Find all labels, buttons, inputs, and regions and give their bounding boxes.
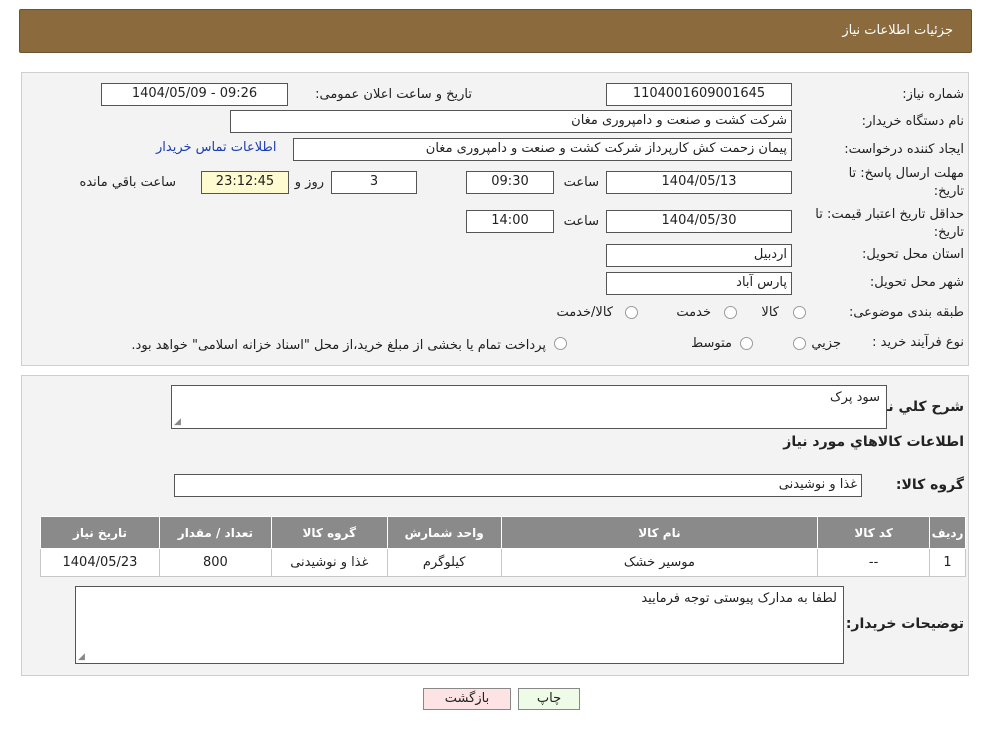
process-label: نوع فرآیند خرید : — [872, 335, 964, 350]
validity-label: حداقل تاریخ اعتبار قیمت: تا تاریخ: — [815, 207, 964, 240]
cell-unit: کیلوگرم — [386, 548, 502, 577]
goods-info-title: اطلاعات کالاهاي مورد نياز — [783, 434, 964, 450]
col-header-date: تاریخ نیاز — [40, 516, 160, 549]
col-header-code: کد کالا — [817, 516, 931, 549]
page-header: جزئیات اطلاعات نیاز — [19, 9, 972, 53]
col-header-unit: واحد شمارش — [386, 516, 502, 549]
cell-group: غذا و نوشیدنی — [270, 548, 388, 577]
buyer-org-field: شرکت کشت و صنعت و دامپروری مغان — [230, 110, 792, 133]
cell-code: -- — [817, 548, 931, 577]
creator-label: ایجاد کننده درخواست: — [844, 142, 964, 157]
col-header-name: نام کالا — [500, 516, 819, 549]
goods-group-field: غذا و نوشیدنی — [174, 474, 862, 497]
creator-field: پیمان زحمت کش کارپرداز شرکت کشت و صنعت و… — [293, 138, 792, 161]
cell-name: موسیر خشک — [500, 548, 819, 577]
deadline-time-label: ساعت — [563, 175, 599, 190]
back-button[interactable]: بازگشت — [423, 688, 511, 710]
page-title: جزئیات اطلاعات نیاز — [842, 23, 953, 38]
category-service-radio[interactable] — [724, 306, 737, 319]
col-header-group: گروه کالا — [270, 516, 388, 549]
deadline-time-field: 09:30 — [466, 171, 554, 194]
process-note-checkbox[interactable] — [554, 337, 567, 350]
category-goods-radio[interactable] — [793, 306, 806, 319]
validity-time-field: 14:00 — [466, 210, 554, 233]
goods-group-label: گروه کالا: — [895, 477, 964, 493]
process-medium-radio[interactable] — [740, 337, 753, 350]
city-label: شهر محل تحویل: — [869, 275, 964, 290]
remaining-time-field: 23:12:45 — [201, 171, 289, 194]
remaining-label: ساعت باقي مانده — [79, 175, 176, 190]
col-header-row-number: رديف — [929, 516, 966, 549]
need-info-panel: شماره نیاز: 1104001609001645 تاریخ و ساع… — [21, 72, 969, 366]
category-goods-service-radio[interactable] — [625, 306, 638, 319]
category-goods-service-label: کالا/خدمت — [556, 305, 613, 320]
need-number-label: شماره نیاز: — [902, 87, 964, 102]
category-label: طبقه بندی موضوعی: — [848, 305, 964, 320]
validity-date-field: 1404/05/30 — [606, 210, 792, 233]
buyer-notes-label: توضیحات خریدار: — [845, 616, 964, 632]
summary-text: سود پرک — [830, 390, 880, 405]
buyer-notes-text: لطفا به مدارک پیوستی توجه فرمایید — [641, 591, 837, 606]
validity-time-label: ساعت — [563, 214, 599, 229]
province-field: اردبیل — [606, 244, 792, 267]
process-note: پرداخت تمام یا بخشی از مبلغ خرید،از محل … — [131, 338, 546, 353]
col-header-quantity: تعداد / مقدار — [158, 516, 272, 549]
print-button[interactable]: چاپ — [518, 688, 580, 710]
process-medium-label: متوسط — [691, 336, 732, 351]
buyer-contact-link[interactable]: اطلاعات تماس خریدار — [156, 140, 276, 155]
goods-table-header-row: رديف کد کالا نام کالا واحد شمارش گروه کا… — [40, 516, 966, 549]
days-label: روز و — [294, 175, 324, 190]
deadline-label: مهلت ارسال پاسخ: تا تاریخ: — [848, 166, 964, 199]
goods-panel: شرح کلي نياز: سود پرک ◢ اطلاعات کالاهاي … — [21, 375, 969, 676]
process-partial-radio[interactable] — [793, 337, 806, 350]
announce-field: 1404/05/09 - 09:26 — [101, 83, 288, 106]
category-service-label: خدمت — [676, 305, 711, 320]
city-field: پارس آباد — [606, 272, 792, 295]
category-goods-label: کالا — [761, 305, 779, 320]
resize-grip-icon[interactable]: ◢ — [174, 418, 181, 427]
announce-label: تاریخ و ساعت اعلان عمومی: — [315, 87, 472, 102]
resize-grip-icon[interactable]: ◢ — [78, 653, 85, 662]
need-number-field: 1104001609001645 — [606, 83, 792, 106]
cell-date: 1404/05/23 — [40, 548, 160, 577]
days-field: 3 — [331, 171, 417, 194]
deadline-date-field: 1404/05/13 — [606, 171, 792, 194]
process-partial-label: جزیي — [811, 336, 841, 351]
cell-row-number: 1 — [929, 548, 966, 577]
province-label: استان محل تحویل: — [862, 247, 964, 262]
buyer-notes-textarea[interactable]: لطفا به مدارک پیوستی توجه فرمایید ◢ — [75, 586, 844, 664]
table-row: 1 -- موسیر خشک کیلوگرم غذا و نوشیدنی 800… — [40, 548, 966, 577]
cell-quantity: 800 — [158, 548, 272, 577]
buyer-org-label: نام دستگاه خریدار: — [861, 114, 964, 129]
summary-textarea[interactable]: سود پرک ◢ — [171, 385, 887, 429]
goods-table: رديف کد کالا نام کالا واحد شمارش گروه کا… — [40, 516, 966, 577]
